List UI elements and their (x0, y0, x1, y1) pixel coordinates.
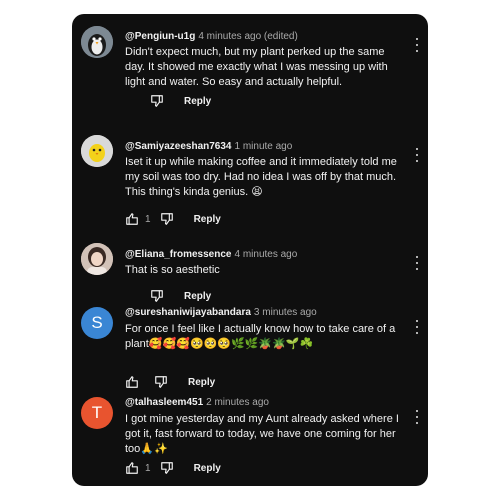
comment-text: I got mine yesterday and my Aunt already… (125, 413, 399, 455)
reply-button[interactable]: Reply (194, 463, 221, 474)
comment-meta: @sureshaniwijayabandara 3 minutes ago (125, 306, 317, 319)
comment-time[interactable]: 4 minutes ago (234, 249, 297, 260)
dislike-icon[interactable] (154, 375, 168, 389)
letter-avatar[interactable]: T (81, 397, 113, 429)
chick-avatar[interactable] (81, 135, 113, 167)
like-count: 1 (145, 462, 151, 474)
author-handle[interactable]: @Eliana_fromessence (125, 249, 231, 260)
comment-actions: 1 Reply (125, 211, 221, 227)
author-handle[interactable]: @Samiyazeeshan7634 (125, 141, 231, 152)
comment-actions: Reply (125, 288, 211, 304)
like-icon[interactable] (125, 212, 139, 226)
author-handle[interactable]: @talhasleem451 (125, 397, 203, 408)
like-count: 1 (145, 213, 151, 225)
dislike-icon[interactable] (160, 212, 174, 226)
like-icon[interactable] (125, 375, 139, 389)
more-options-icon[interactable] (414, 410, 420, 424)
author-handle[interactable]: @sureshaniwijayabandara (125, 307, 251, 318)
dislike-icon[interactable] (160, 461, 174, 475)
comment-time[interactable]: 3 minutes ago (254, 307, 317, 318)
comments-panel: @Pengiun-u1g 4 minutes ago (edited) Didn'… (72, 14, 428, 486)
comment-actions: Reply (125, 93, 211, 109)
reply-button[interactable]: Reply (184, 291, 211, 302)
comment-meta: @Pengiun-u1g 4 minutes ago (edited) (125, 30, 298, 43)
more-options-icon[interactable] (414, 320, 420, 334)
comment-time[interactable]: 4 minutes ago (edited) (198, 31, 298, 42)
comment-meta: @talhasleem451 2 minutes ago (125, 396, 269, 409)
comment-actions: Reply (125, 374, 215, 390)
like-icon[interactable] (125, 461, 139, 475)
comment-time[interactable]: 1 minute ago (234, 141, 292, 152)
comment-meta: @Eliana_fromessence 4 minutes ago (125, 248, 297, 261)
reply-button[interactable]: Reply (194, 214, 221, 225)
more-options-icon[interactable] (414, 148, 420, 162)
reply-button[interactable]: Reply (184, 96, 211, 107)
penguin-avatar[interactable] (81, 26, 113, 58)
comment-text: Iset it up while making coffee and it im… (125, 156, 397, 198)
letter-avatar[interactable]: S (81, 307, 113, 339)
photo-avatar[interactable] (81, 243, 113, 275)
reply-button[interactable]: Reply (188, 377, 215, 388)
comment-meta: @Samiyazeeshan7634 1 minute ago (125, 140, 292, 153)
comment-actions: 1 Reply (125, 460, 221, 476)
dislike-icon[interactable] (150, 94, 164, 108)
comment-time[interactable]: 2 minutes ago (206, 397, 269, 408)
comment-text: That is so aesthetic (125, 264, 220, 276)
more-options-icon[interactable] (414, 256, 420, 270)
comment-text: For once I feel like I actually know how… (125, 323, 396, 350)
comment-text: Didn't expect much, but my plant perked … (125, 46, 388, 88)
more-options-icon[interactable] (414, 38, 420, 52)
dislike-icon[interactable] (150, 289, 164, 303)
author-handle[interactable]: @Pengiun-u1g (125, 31, 195, 42)
